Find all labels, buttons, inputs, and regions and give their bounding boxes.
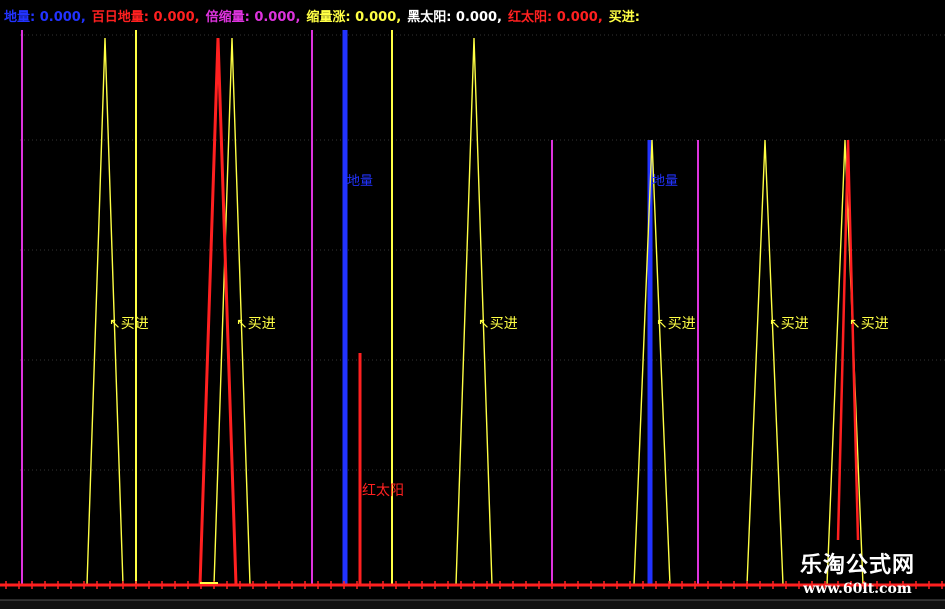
buy-label: ↖买进 bbox=[849, 316, 889, 332]
watermark-title: 乐淘公式网 bbox=[799, 552, 915, 578]
x-axis-bar bbox=[0, 600, 945, 609]
signal-spike-100day-low bbox=[198, 37, 238, 586]
red-sun-label: 红太阳 bbox=[362, 483, 404, 499]
buy-signal-peak bbox=[746, 139, 784, 586]
watermark: 乐淘公式网 www.60lt.com bbox=[800, 547, 915, 597]
buy-label: ↖买进 bbox=[478, 316, 518, 332]
low-volume-label: 地量 bbox=[347, 174, 373, 189]
buy-label: ↖买进 bbox=[109, 316, 149, 332]
watermark-url: www.60lt.com bbox=[803, 581, 912, 597]
buy-label: ↖买进 bbox=[656, 316, 696, 332]
buy-signal-peak bbox=[86, 37, 124, 586]
low-volume-label: 地量 bbox=[652, 174, 678, 189]
buy-label: ↖买进 bbox=[769, 316, 809, 332]
buy-label: ↖买进 bbox=[236, 316, 276, 332]
indicator-chart: ↖买进 ↖买进 ↖买进 ↖买进 ↖买进 ↖买进 地量 地量红太阳 bbox=[0, 30, 945, 609]
